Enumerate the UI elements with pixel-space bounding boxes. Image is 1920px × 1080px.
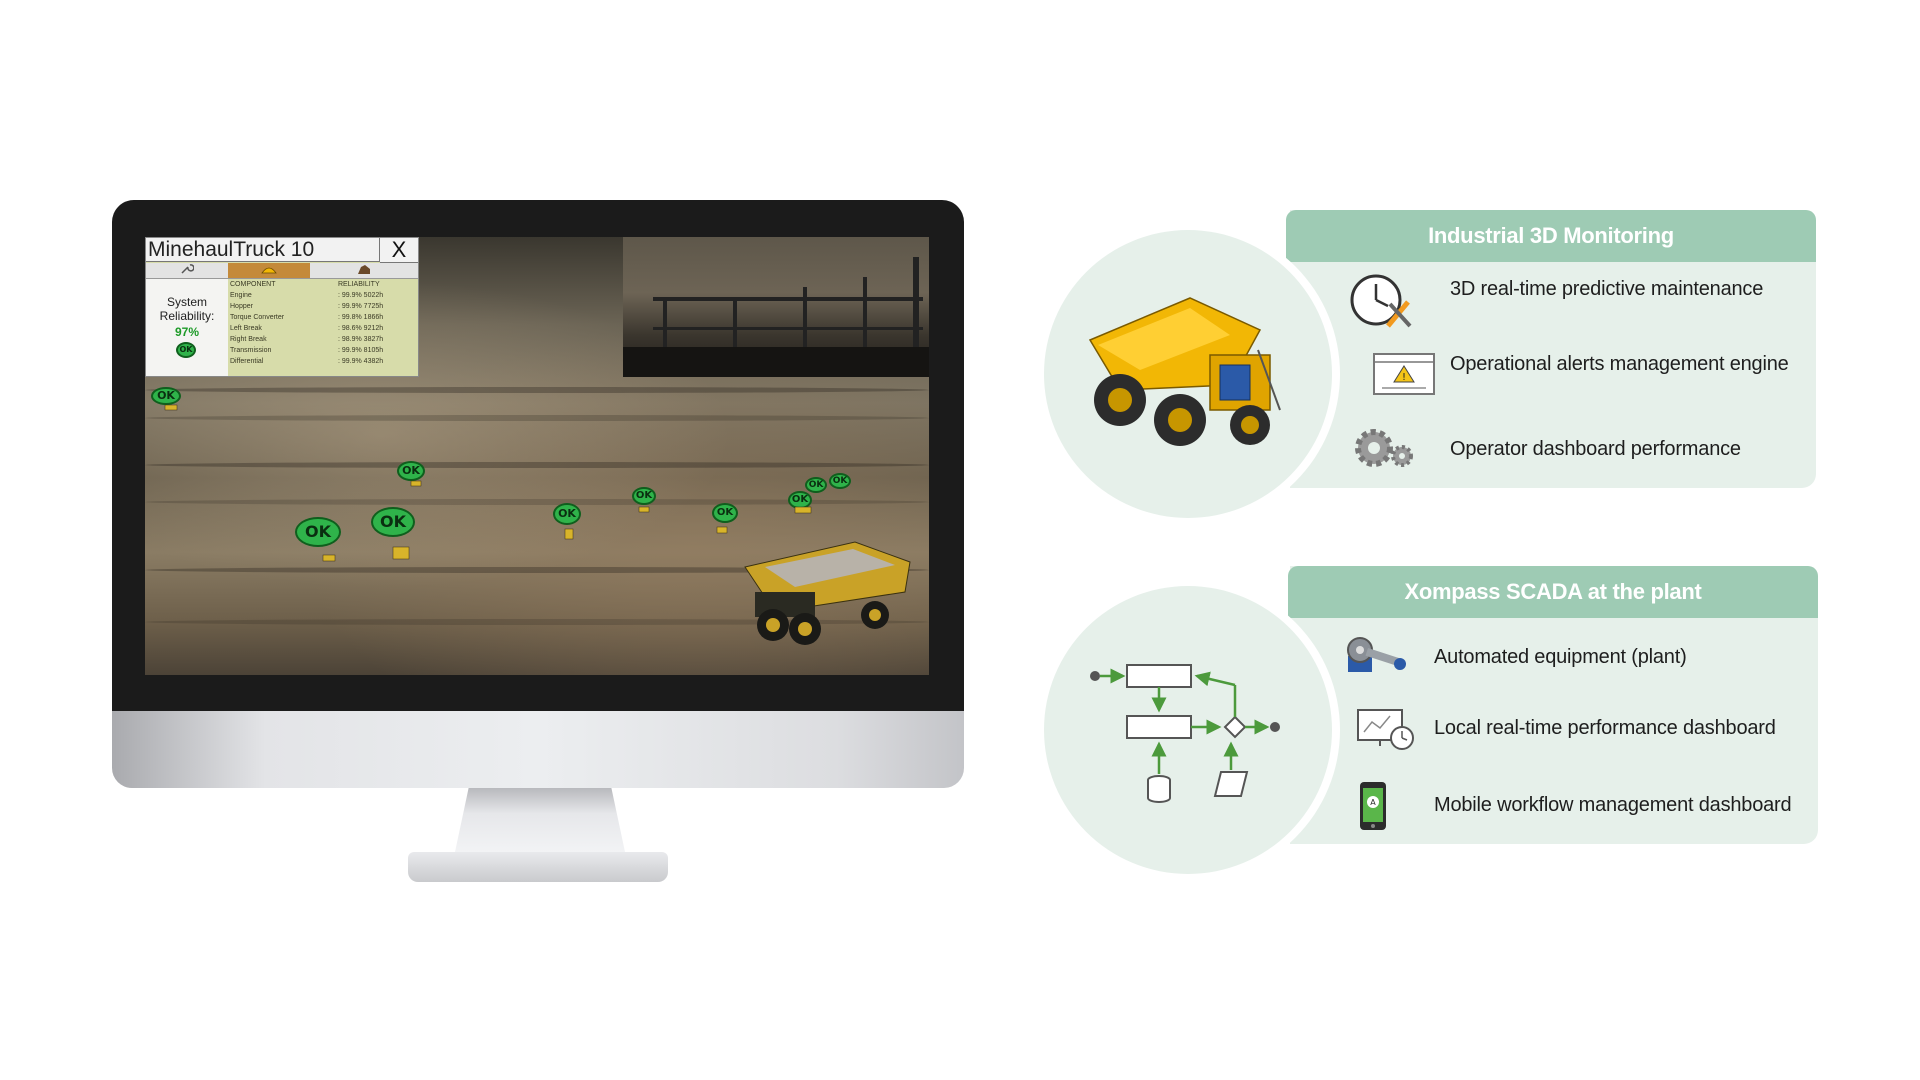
monitor-stand-neck [455, 788, 625, 852]
table-cell: Left Break [230, 325, 262, 332]
feature-label: Automated equipment (plant) [1434, 646, 1687, 668]
table-cell: Torque Converter [230, 314, 285, 321]
table-header: COMPONENT [230, 281, 276, 288]
table-row: Left Break : 98.6% 9212h [228, 323, 418, 334]
svg-text:A: A [1370, 798, 1376, 807]
table-cell: : 99.9% 7725h [338, 303, 384, 310]
feature-label: 3D real-time predictive maintenance [1450, 278, 1764, 300]
table-cell: : 99.8% 1866h [338, 314, 384, 321]
alert-window-icon: ! [1373, 353, 1435, 395]
hud-status-badge: OK [176, 342, 196, 358]
hud-close-button[interactable]: X [380, 238, 418, 263]
table-cell: Hopper [230, 303, 253, 310]
table-cell: Engine [230, 292, 252, 299]
table-cell: : 99.9% 8105h [338, 347, 384, 354]
panel-title: Industrial 3D Monitoring [1286, 210, 1816, 262]
table-row: Differential : 99.9% 4382h [228, 356, 418, 367]
process-flow-diagram-icon [1090, 664, 1280, 803]
panel-title: Xompass SCADA at the plant [1288, 566, 1818, 618]
scene-dump-truck [744, 541, 911, 645]
table-cell: : 99.9% 5022h [338, 292, 384, 299]
component-reliability-table: COMPONENT RELIABILITY Engine : 99.9% 502… [228, 279, 418, 376]
table-cell: : 99.9% 4382h [338, 358, 384, 365]
feature-label: Operator dashboard performance [1450, 438, 1741, 460]
ore-icon[interactable] [310, 263, 418, 278]
hardhat-icon[interactable] [228, 263, 310, 278]
table-cell: Differential [230, 358, 264, 365]
table-row: Right Break : 98.9% 3827h [228, 334, 418, 345]
table-row: Torque Converter : 99.8% 1866h [228, 312, 418, 323]
mobile-phone-icon: A [1360, 782, 1386, 830]
hud-title: MinehaulTruck 10 [146, 238, 380, 262]
table-row: Engine : 99.9% 5022h [228, 290, 418, 301]
mining-dump-truck-icon [1088, 297, 1281, 446]
monitor-chin [112, 711, 964, 788]
monitor-screen: OK OK OK OK OK OK OK OK OK OK OK [145, 237, 929, 675]
table-row: Transmission : 99.9% 8105h [228, 345, 418, 356]
table-cell: Right Break [230, 336, 267, 343]
feature-label: Local real-time performance dashboard [1434, 717, 1776, 739]
monitor-stand-foot [408, 852, 668, 882]
table-cell: : 98.6% 9212h [338, 325, 384, 332]
system-reliability-value: 97% [174, 325, 200, 339]
plant-machine-icon [1347, 637, 1406, 672]
inset-camera-view [623, 237, 929, 377]
hud-system-reliability: System Reliability: 97% OK [146, 279, 228, 376]
equipment-hud-panel: MinehaulTruck 10 X System Reliability: 9… [145, 237, 419, 377]
gears-icon [1355, 429, 1413, 467]
table-header: RELIABILITY [338, 281, 380, 288]
table-cell: Transmission [230, 347, 272, 354]
clock-wrench-icon [1350, 274, 1412, 328]
svg-text:!: ! [1402, 372, 1406, 383]
table-row: Hopper : 99.9% 7725h [228, 301, 418, 312]
table-header-row: COMPONENT RELIABILITY [228, 279, 418, 290]
feature-label: Operational alerts management engine [1450, 353, 1789, 375]
system-reliability-label: System Reliability: [159, 295, 215, 323]
monitor-clock-icon [1357, 709, 1414, 750]
wrench-icon[interactable] [146, 263, 228, 278]
table-cell: : 98.9% 3827h [338, 336, 384, 343]
feature-label: Mobile workflow management dashboard [1434, 794, 1792, 816]
hud-tabs [146, 263, 418, 279]
